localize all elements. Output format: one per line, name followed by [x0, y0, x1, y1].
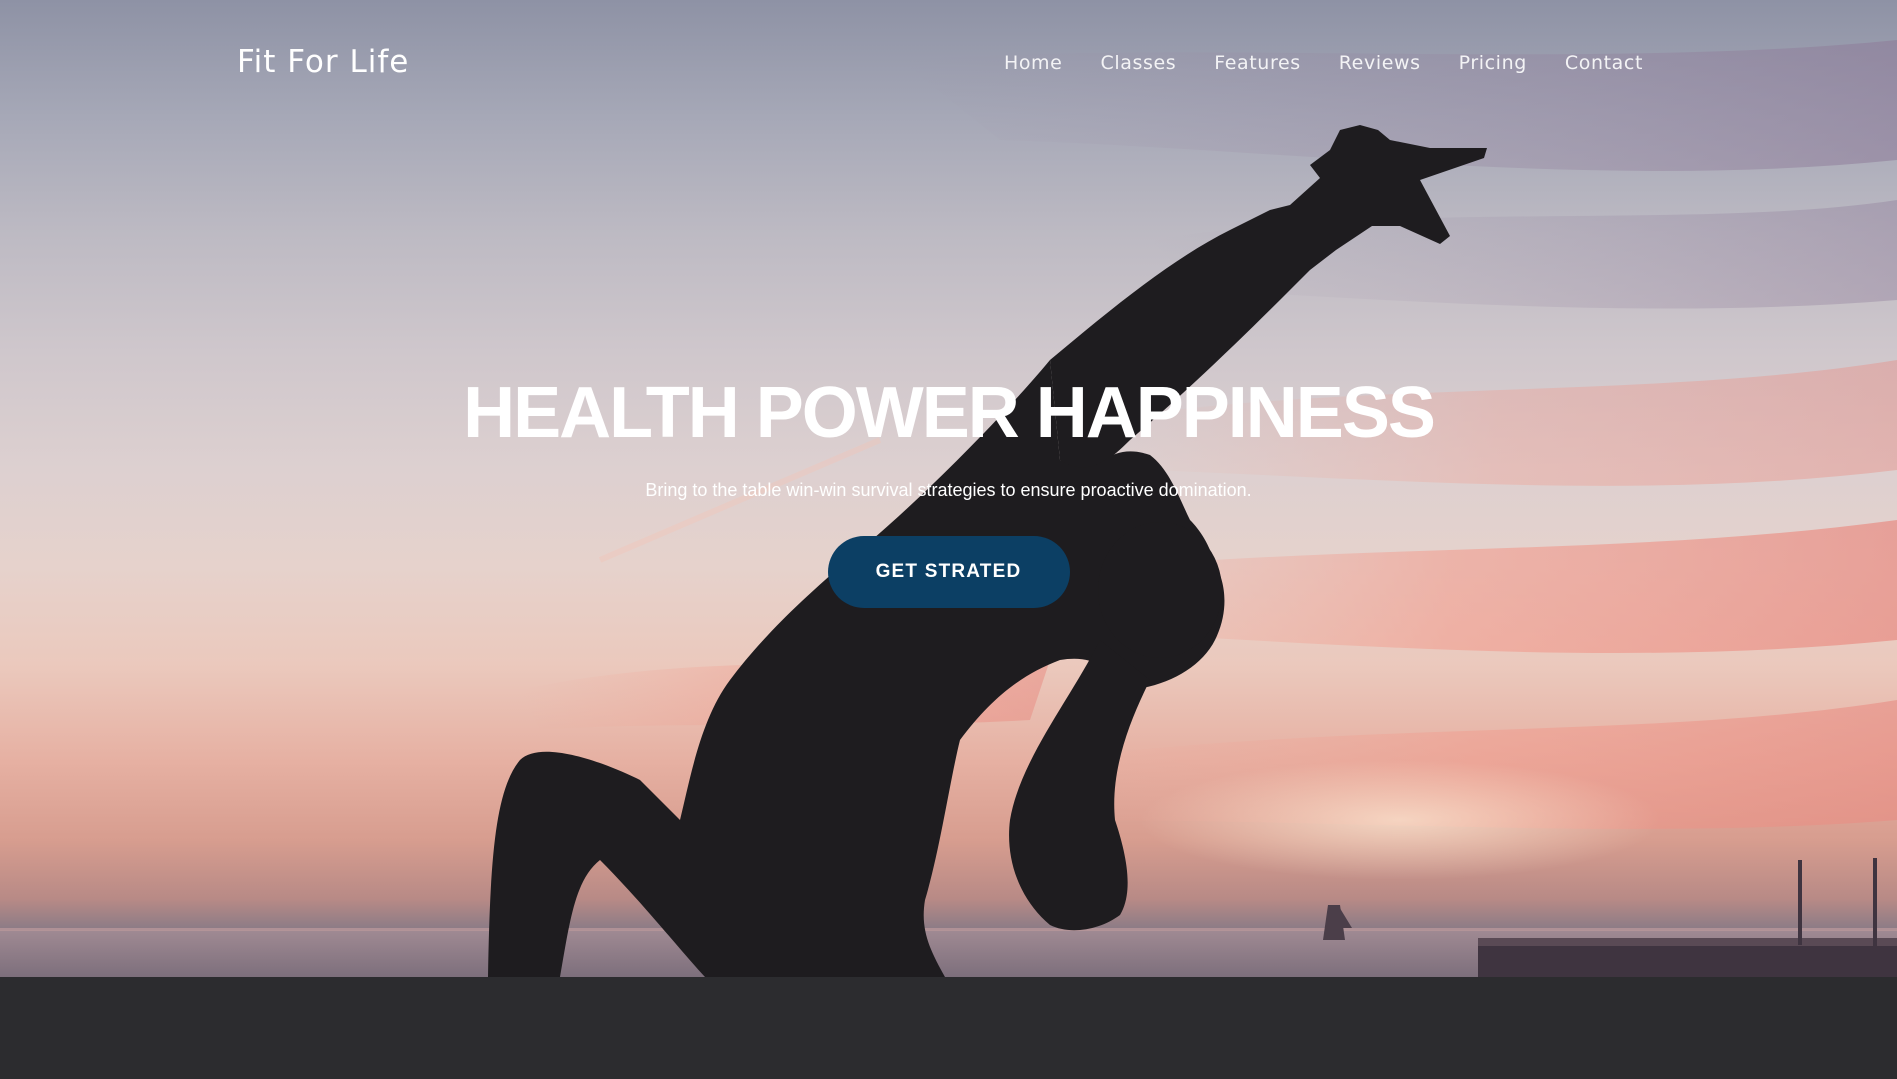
main-nav: Home Classes Features Reviews Pricing Co…: [966, 50, 1643, 76]
top-navigation-bar: Fit For Life Home Classes Features Revie…: [0, 0, 1897, 125]
nav-link-reviews[interactable]: Reviews: [1339, 52, 1421, 74]
landing-page: Fit For Life Home Classes Features Revie…: [0, 0, 1897, 1079]
nav-item-classes: Classes: [1100, 50, 1176, 76]
nav-item-pricing: Pricing: [1459, 50, 1527, 76]
nav-link-features[interactable]: Features: [1214, 52, 1301, 74]
hero-subtitle: Bring to the table win-win survival stra…: [645, 480, 1252, 500]
nav-link-home[interactable]: Home: [1004, 52, 1063, 74]
nav-item-reviews: Reviews: [1339, 50, 1421, 76]
hero-section: Fit For Life Home Classes Features Revie…: [0, 0, 1897, 977]
nav-item-contact: Contact: [1565, 50, 1643, 76]
hero-content: HEALTH POWER HAPPINESS Bring to the tabl…: [0, 372, 1897, 608]
brand-logo-link[interactable]: Fit For Life: [237, 42, 409, 82]
nav-link-classes[interactable]: Classes: [1100, 52, 1176, 74]
get-started-button[interactable]: GET STRATED: [827, 536, 1070, 608]
hero-title: HEALTH POWER HAPPINESS: [463, 373, 1436, 453]
next-section-band: [0, 977, 1897, 1079]
nav-item-features: Features: [1214, 50, 1301, 76]
nav-link-pricing[interactable]: Pricing: [1459, 52, 1527, 74]
nav-item-home: Home: [1004, 50, 1063, 76]
nav-link-contact[interactable]: Contact: [1565, 52, 1643, 74]
